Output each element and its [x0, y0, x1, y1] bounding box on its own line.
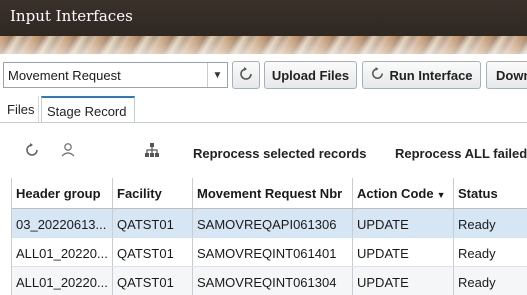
- cell-header-group: ALL01_20220...: [12, 238, 113, 266]
- column-header-action-code[interactable]: Action Code ▼: [353, 178, 454, 208]
- cell-header-group: ALL01_20220...: [12, 267, 113, 295]
- cell-header-group: 03_20220613...: [12, 209, 113, 237]
- tab-files[interactable]: Files: [3, 96, 39, 122]
- tab-divider: [0, 122, 527, 123]
- cell-status: Ready: [458, 275, 496, 290]
- cell-facility: QATST01: [113, 238, 193, 266]
- interface-select[interactable]: Movement Request ▼: [3, 62, 228, 88]
- search-user-icon: [59, 141, 77, 164]
- reload-records-button[interactable]: [22, 142, 42, 162]
- tab-stage-record-label: Stage Record: [47, 104, 127, 119]
- cell-movement-request-nbr: SAMOVREQINT061304: [193, 267, 353, 295]
- hierarchy-icon: [143, 141, 161, 164]
- interface-select-value: Movement Request: [8, 68, 121, 83]
- run-interface-button[interactable]: Run Interface: [362, 61, 481, 89]
- column-header-movement-request-nbr[interactable]: Movement Request Nbr: [193, 178, 353, 208]
- cell-action-code: UPDATE: [353, 267, 454, 295]
- chevron-down-icon[interactable]: ▼: [207, 63, 227, 87]
- search-user-button[interactable]: [58, 142, 78, 162]
- sort-desc-icon[interactable]: ▼: [437, 190, 446, 200]
- run-interface-label: Run Interface: [389, 67, 473, 83]
- reprocess-selected-button[interactable]: Reprocess selected records: [193, 146, 366, 161]
- table-row[interactable]: ALL01_20220... QATST01 SAMOVREQINT061304…: [12, 267, 527, 295]
- cell-status: Ready: [458, 217, 496, 232]
- cell-action-code: UPDATE: [353, 238, 454, 266]
- tab-stage-record[interactable]: Stage Record: [41, 96, 135, 122]
- upload-files-button[interactable]: Upload Files: [264, 61, 357, 89]
- reprocess-all-failed-button[interactable]: Reprocess ALL failed: [395, 146, 527, 161]
- title-bar: Input Interfaces: [0, 0, 527, 36]
- cell-facility: QATST01: [113, 267, 193, 295]
- tab-files-label: Files: [7, 102, 35, 117]
- refresh-icon: [370, 66, 385, 84]
- refresh-icon: [24, 142, 40, 163]
- page-title: Input Interfaces: [10, 7, 133, 25]
- refresh-button[interactable]: [232, 61, 260, 89]
- download-label: Down: [496, 67, 527, 83]
- table-row[interactable]: ALL01_20220... QATST01 SAMOVREQINT061401…: [12, 238, 527, 267]
- header-banner-fade: [0, 36, 527, 54]
- table-header-row: Header group Facility Movement Request N…: [12, 178, 527, 209]
- cell-action-code: UPDATE: [353, 209, 454, 237]
- table-row[interactable]: 03_20220613... QATST01 SAMOVREQAPI061306…: [12, 209, 527, 238]
- cell-facility: QATST01: [113, 209, 193, 237]
- cell-movement-request-nbr: SAMOVREQINT061401: [193, 238, 353, 266]
- cell-status: Ready: [458, 246, 496, 261]
- stage-record-table: Header group Facility Movement Request N…: [11, 178, 527, 295]
- upload-files-label: Upload Files: [271, 67, 350, 83]
- download-button[interactable]: Down: [486, 61, 527, 89]
- refresh-icon: [238, 66, 254, 85]
- column-header-header-group[interactable]: Header group: [12, 178, 113, 208]
- column-header-facility[interactable]: Facility: [113, 178, 193, 208]
- hierarchy-button[interactable]: [142, 142, 162, 162]
- column-header-status[interactable]: Status: [454, 178, 527, 208]
- action-code-header-label: Action Code: [357, 186, 434, 201]
- cell-movement-request-nbr: SAMOVREQAPI061306: [193, 209, 353, 237]
